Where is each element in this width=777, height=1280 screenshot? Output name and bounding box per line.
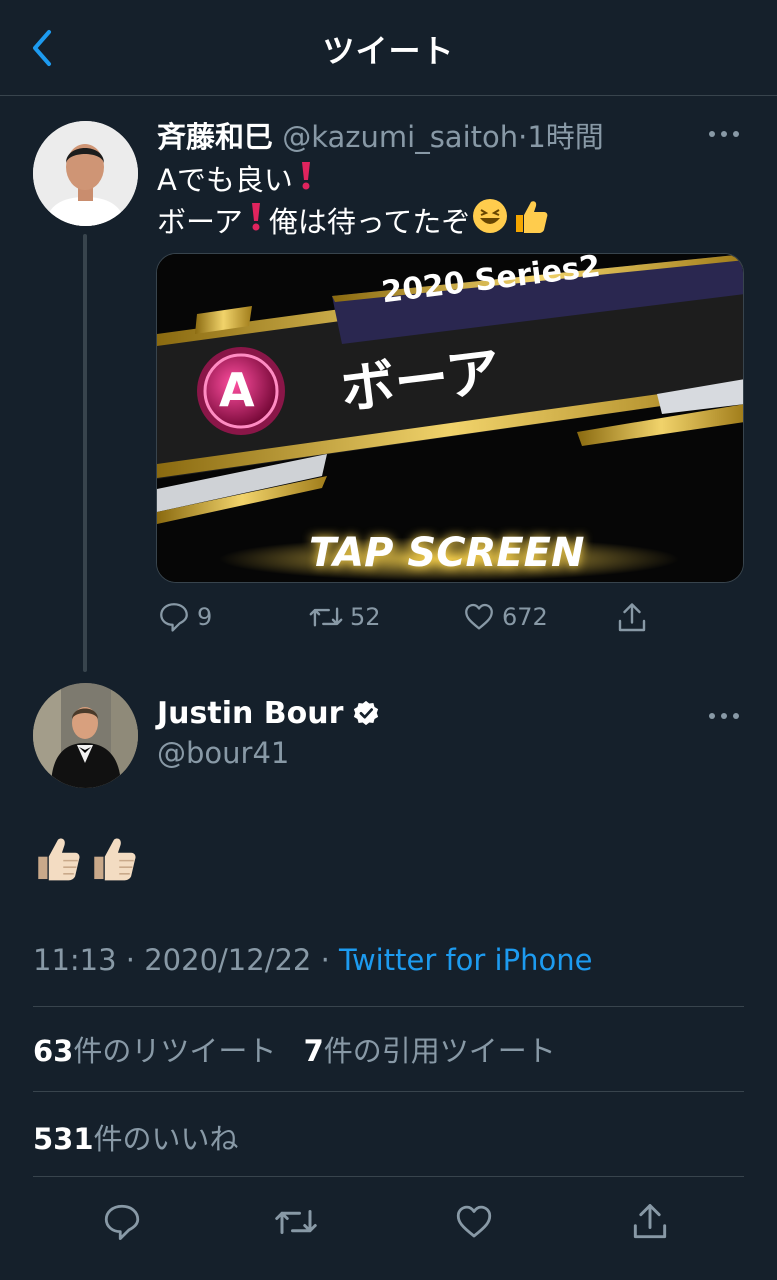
author-name[interactable]: Justin Bour xyxy=(157,696,343,731)
parent-tweet-header: 斉藤和巳 @kazumi_saitoh·1時間 xyxy=(157,114,604,156)
retweet-icon xyxy=(275,1210,317,1234)
author-handle[interactable]: @bour41 xyxy=(157,736,289,770)
like-action[interactable]: 672 xyxy=(462,600,548,634)
reply-count: 9 xyxy=(197,603,213,631)
page-title: ツイート xyxy=(322,32,455,70)
avatar-justin-bour[interactable] xyxy=(33,683,138,788)
quote-count: 7 xyxy=(303,1034,324,1068)
like-label: 件のいいね xyxy=(93,1122,239,1156)
retweet-stats[interactable]: 63件のリツイート 7件の引用ツイート xyxy=(33,1028,556,1070)
retweet-count: 63 xyxy=(33,1034,74,1068)
more-options-button[interactable] xyxy=(700,706,748,726)
author-handle[interactable]: @kazumi_saitoh xyxy=(282,120,518,154)
tweet-text: 俺は待ってたぞ xyxy=(268,204,471,239)
verified-badge-icon xyxy=(354,700,379,725)
more-dot xyxy=(733,131,739,137)
tweet-metadata: 11:13 · 2020/12/22 · Twitter for iPhone xyxy=(33,943,593,977)
retweet-icon xyxy=(309,607,343,627)
tweet-source-link[interactable]: Twitter for iPhone xyxy=(339,943,592,977)
tweet-time: 11:13 xyxy=(33,943,117,977)
reply-button[interactable] xyxy=(98,1198,146,1246)
retweet-button[interactable] xyxy=(272,1198,320,1246)
like-button[interactable] xyxy=(450,1198,498,1246)
reply-icon xyxy=(160,603,188,632)
more-dot xyxy=(721,131,727,137)
tweet-body xyxy=(33,833,139,883)
laughing-emoji-icon xyxy=(472,198,508,241)
share-button[interactable] xyxy=(626,1198,674,1246)
tweet-text: Aでも良い xyxy=(157,163,293,197)
main-tweet-header: Justin Bour xyxy=(157,696,381,731)
more-dot xyxy=(721,713,727,719)
thread-line xyxy=(83,234,87,672)
tweet-media-image[interactable]: 2020 Series2 A ボーア TAP SCREEN xyxy=(156,253,744,583)
retweet-label: 件のリツイート xyxy=(73,1034,277,1068)
tweet-text: ボーア xyxy=(157,204,243,239)
share-icon xyxy=(618,603,646,632)
tap-screen-label: TAP SCREEN xyxy=(309,530,585,576)
dot-separator: · xyxy=(518,120,528,154)
exclamation-icon xyxy=(249,201,263,238)
more-dot xyxy=(733,713,739,719)
divider xyxy=(33,1091,744,1092)
quote-stats[interactable]: 7件の引用ツイート xyxy=(304,1034,556,1068)
reply-action[interactable]: 9 xyxy=(157,600,212,634)
bottom-safe-area xyxy=(0,1266,777,1280)
divider xyxy=(33,1006,744,1007)
reply-icon xyxy=(104,1204,140,1241)
retweet-count: 52 xyxy=(350,603,381,631)
like-stats[interactable]: 531件のいいね xyxy=(33,1116,239,1158)
thumbs-up-emoji-icon xyxy=(94,838,136,881)
author-name[interactable]: 斉藤和巳 xyxy=(157,120,273,154)
heart-icon xyxy=(456,1205,492,1238)
tweet-text-line1: Aでも良い xyxy=(157,157,319,199)
quote-label: 件の引用ツイート xyxy=(323,1034,556,1068)
tweet-text-line2: ボーア 俺は待ってたぞ xyxy=(157,197,550,242)
divider xyxy=(33,1176,744,1177)
share-icon xyxy=(633,1204,667,1239)
avatar-image xyxy=(33,683,138,788)
retweet-action[interactable]: 52 xyxy=(308,600,381,634)
avatar-kazumi[interactable] xyxy=(33,121,138,226)
tweet-time[interactable]: 1時間 xyxy=(527,120,603,154)
heart-icon xyxy=(465,603,493,630)
more-dots-icon xyxy=(709,713,715,719)
more-options-button[interactable] xyxy=(700,124,748,144)
avatar-image xyxy=(33,121,138,226)
like-count: 531 xyxy=(33,1122,94,1156)
rank-letter: A xyxy=(219,363,255,417)
exclamation-icon xyxy=(299,160,313,197)
thumbs-up-emoji-icon xyxy=(38,838,80,881)
thumbs-up-emoji-icon xyxy=(512,197,550,242)
tweet-date: 2020/12/22 xyxy=(144,943,312,977)
like-count: 672 xyxy=(502,603,548,631)
more-dots-icon xyxy=(709,131,715,137)
share-action[interactable] xyxy=(614,600,650,636)
